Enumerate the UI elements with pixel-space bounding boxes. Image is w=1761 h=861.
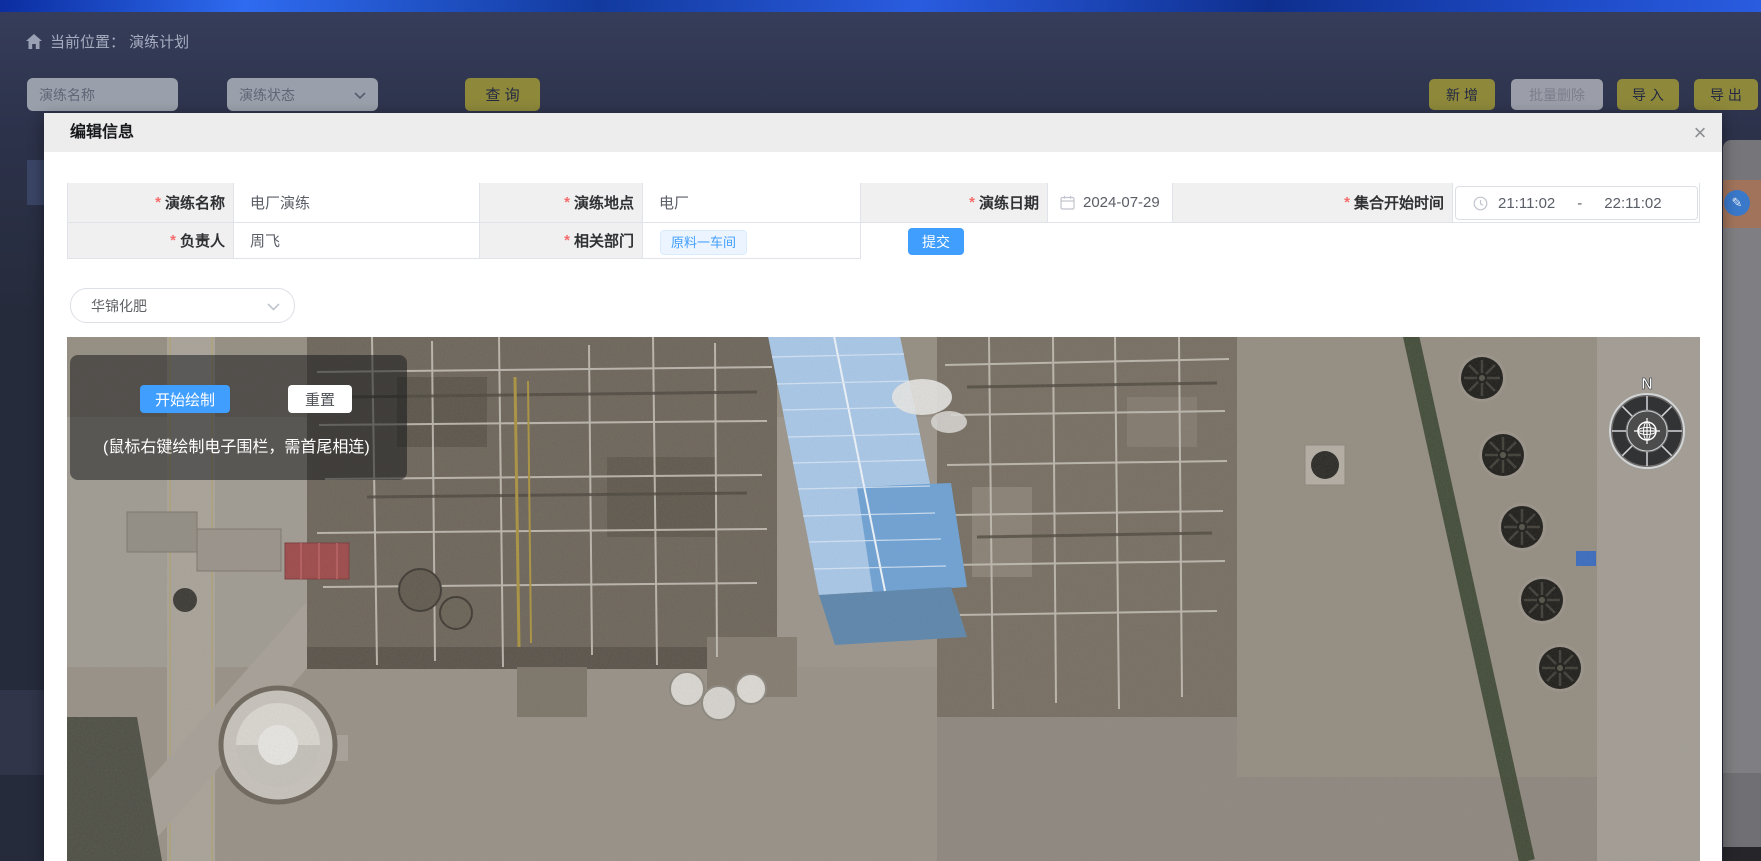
search-button[interactable]: 查 询 [465, 78, 540, 111]
department-label-cell: * 相关部门 [480, 223, 643, 259]
department-tag: 原料一车间 [660, 230, 747, 255]
compass-north-label: N [1641, 376, 1653, 393]
required-mark: * [564, 232, 570, 249]
breadcrumb: 当前位置： 演练计划 [26, 31, 189, 52]
assembly-time-label-cell: * 集合开始时间 [1173, 183, 1453, 223]
top-gradient-bar [0, 0, 1761, 12]
drill-location-label-cell: * 演练地点 [480, 183, 643, 223]
home-icon [26, 34, 42, 49]
drill-date-label-cell: * 演练日期 [861, 183, 1048, 223]
compass[interactable]: N [1607, 367, 1687, 476]
dimmed-page-footer [1723, 773, 1761, 847]
required-mark: * [564, 194, 570, 211]
company-select[interactable]: 华锦化肥 [70, 288, 295, 323]
manager-label-cell: * 负责人 [68, 223, 234, 259]
dimmed-page-edge [1723, 847, 1761, 861]
company-select-value: 华锦化肥 [91, 296, 147, 316]
manager-label: 负责人 [180, 230, 225, 251]
calendar-icon [1060, 195, 1075, 210]
export-button[interactable]: 导 出 [1694, 79, 1758, 110]
required-mark: * [170, 232, 176, 249]
drill-location-value: 电厂 [659, 192, 689, 213]
drill-location-input[interactable]: 电厂 [643, 183, 861, 223]
start-draw-button[interactable]: 开始绘制 [140, 385, 230, 413]
drill-status-select[interactable]: 演练状态 [227, 78, 378, 111]
dimmed-page-area [1723, 228, 1761, 773]
submit-button[interactable]: 提交 [908, 228, 964, 255]
dimmed-left-fragment [27, 160, 44, 205]
drill-location-label: 演练地点 [574, 192, 634, 213]
manager-input[interactable]: 周飞 [234, 223, 480, 259]
dialog-title: 编辑信息 [70, 113, 134, 152]
department-label: 相关部门 [574, 230, 634, 251]
reset-button[interactable]: 重置 [288, 385, 352, 413]
required-mark: * [969, 194, 975, 211]
drill-date-value: 2024-07-29 [1083, 194, 1160, 211]
drill-name-filter-input[interactable] [27, 78, 178, 111]
breadcrumb-text: 当前位置： 演练计划 [50, 31, 189, 52]
time-end-value: 22:11:02 [1604, 195, 1661, 212]
assembly-time-label: 集合开始时间 [1354, 192, 1444, 213]
edit-dialog: 编辑信息 × * 演练名称 电厂演练 * 演练地点 电厂 * 演练日期 2024… [44, 113, 1722, 861]
time-range-picker[interactable]: 21:11:02 - 22:11:02 [1455, 186, 1698, 220]
manager-value: 周飞 [250, 230, 280, 251]
drill-name-value: 电厂演练 [250, 192, 310, 213]
dimmed-table-header [1723, 140, 1761, 180]
drill-name-input[interactable]: 电厂演练 [234, 183, 480, 223]
close-icon[interactable]: × [1684, 113, 1716, 152]
fence-tool-panel: 开始绘制 重置 (鼠标右键绘制电子围栏，需首尾相连) [70, 355, 407, 480]
time-start-value: 21:11:02 [1498, 195, 1555, 212]
chevron-down-icon [267, 298, 280, 314]
chevron-down-icon [354, 87, 366, 103]
dimmed-left-panel [0, 690, 44, 775]
time-separator: - [1577, 195, 1582, 212]
required-mark: * [1344, 194, 1350, 211]
dialog-header: 编辑信息 × [44, 113, 1722, 152]
required-mark: * [155, 194, 161, 211]
drill-date-label: 演练日期 [979, 192, 1039, 213]
fence-hint-text: (鼠标右键绘制电子围栏，需首尾相连) [103, 433, 370, 457]
pencil-icon: ✎ [1732, 195, 1743, 211]
drill-status-placeholder: 演练状态 [239, 85, 295, 105]
drill-name-label-cell: * 演练名称 [68, 183, 234, 223]
import-button[interactable]: 导 入 [1617, 79, 1679, 110]
drill-date-picker[interactable]: 2024-07-29 [1048, 183, 1173, 223]
batch-delete-button[interactable]: 批量删除 [1511, 79, 1603, 110]
drill-name-label: 演练名称 [165, 192, 225, 213]
edit-row-button[interactable]: ✎ [1724, 190, 1750, 216]
clock-icon [1473, 196, 1488, 211]
add-button[interactable]: 新 增 [1429, 79, 1495, 110]
